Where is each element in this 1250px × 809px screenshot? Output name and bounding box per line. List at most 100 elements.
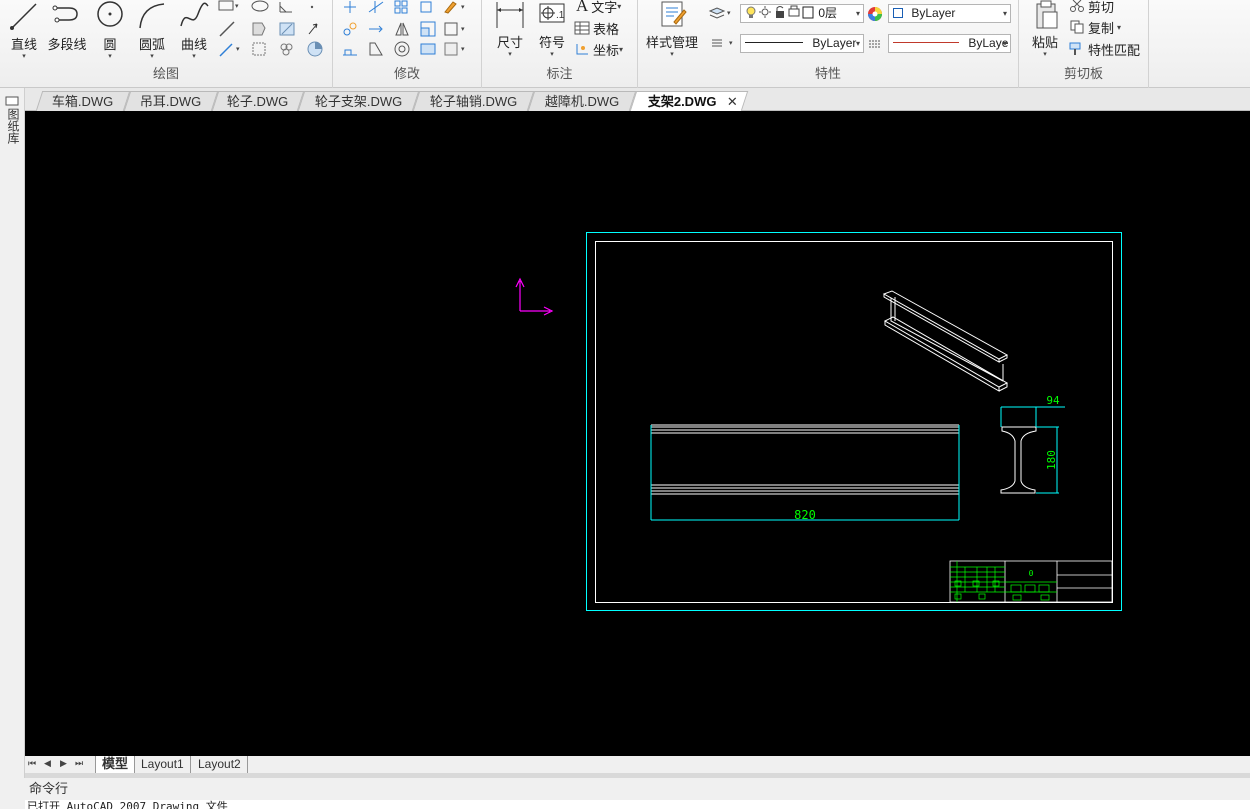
copy-object-tool[interactable] <box>419 0 441 20</box>
stretch-tool[interactable] <box>341 40 363 60</box>
first-layout-icon[interactable]: ⏮ <box>28 758 36 769</box>
boundary-tool[interactable] <box>250 40 272 60</box>
chevron-down-icon[interactable]: ▾ <box>644 51 700 59</box>
properties-edit-tool[interactable]: ▾ <box>443 40 465 60</box>
chevron-down-icon[interactable]: ▾ <box>488 51 532 59</box>
ray-tool[interactable]: ▾ <box>218 40 240 60</box>
layer-dropdown[interactable]: 0层 ▾ <box>740 4 864 23</box>
drawing-library-label[interactable]: 图纸库 <box>5 108 20 144</box>
table-icon <box>574 21 590 35</box>
text-button[interactable]: A 文字 ▾ <box>576 0 621 16</box>
chevron-down-icon[interactable]: ▾ <box>856 5 860 22</box>
rectangle-icon: ▾ <box>218 0 239 11</box>
mirror-tool[interactable] <box>393 20 415 40</box>
chevron-down-icon[interactable]: ▾ <box>1023 51 1067 59</box>
doc-tab-label: 轮子.DWG <box>227 94 289 109</box>
trim-tool[interactable] <box>367 0 389 20</box>
move-tool[interactable] <box>341 0 363 20</box>
select-tool[interactable]: ▾ <box>443 20 465 40</box>
layer-manager-button[interactable]: ▾ <box>708 6 731 26</box>
hatch-tool[interactable] <box>278 20 300 40</box>
array-tool[interactable] <box>393 0 415 20</box>
doc-tab[interactable]: 轮子支架.DWG <box>297 91 420 111</box>
chevron-down-icon[interactable]: ▾ <box>88 53 132 61</box>
color-wheel-button[interactable] <box>867 6 889 26</box>
chevron-down-icon[interactable]: ▾ <box>1117 23 1121 32</box>
svg-text:▾: ▾ <box>461 46 465 53</box>
offset-tool[interactable] <box>393 40 415 60</box>
lineweight-dropdown[interactable]: ByLaye ▾ <box>888 34 1011 53</box>
edit-tool[interactable]: ▾ <box>443 0 465 20</box>
doc-tab-active[interactable]: 支架2.DWG ✕ <box>629 91 749 111</box>
polyline-icon <box>52 5 78 23</box>
text-icon: A <box>576 0 589 15</box>
gradient-tool[interactable] <box>306 40 328 60</box>
match-properties-button[interactable]: 特性匹配 <box>1069 39 1140 59</box>
extend-tool[interactable] <box>367 20 389 40</box>
command-line-header: 命令行 <box>25 778 1250 800</box>
chevron-down-icon[interactable]: ▾ <box>130 53 174 61</box>
chevron-down-icon[interactable]: ▾ <box>172 53 216 61</box>
style-manager-icon <box>661 1 687 27</box>
gradient-icon <box>307 41 323 57</box>
pick-tool[interactable] <box>306 20 328 40</box>
linetype-dropdown[interactable]: ByLayer ▾ <box>740 34 864 53</box>
cut-button[interactable]: 剪切 <box>1069 0 1114 16</box>
line-button[interactable]: 直线 ▾ <box>2 0 46 62</box>
chevron-down-icon[interactable]: ▾ <box>856 35 860 52</box>
chevron-down-icon[interactable]: ▾ <box>1003 35 1007 52</box>
point-tool[interactable] <box>306 0 328 20</box>
doc-tab[interactable]: 轮子轴销.DWG <box>412 91 535 111</box>
paste-button[interactable]: 粘贴 ▾ <box>1023 0 1067 62</box>
paste-label: 粘贴 <box>1031 35 1058 50</box>
linetype-manager-button[interactable]: ▾ <box>710 36 733 56</box>
fillet-tool[interactable] <box>367 40 389 60</box>
coordinate-button[interactable]: 坐标 ▾ <box>574 39 623 59</box>
drawing-canvas[interactable]: 820 94 180 0 <box>25 111 1250 756</box>
block-tool[interactable] <box>419 40 441 60</box>
symbol-button[interactable]: .1 符号 ▾ <box>530 0 574 62</box>
style-manager-button[interactable]: 样式管理 ▾ <box>644 0 700 62</box>
layout-tab-layout2[interactable]: Layout2 <box>192 756 248 773</box>
rotate-tool[interactable] <box>341 20 363 40</box>
curve-button[interactable]: 曲线 ▾ <box>172 0 216 62</box>
prev-layout-icon[interactable]: ◀ <box>44 758 51 769</box>
cloud-tool[interactable] <box>278 40 300 60</box>
color-dropdown[interactable]: ByLayer ▾ <box>888 4 1011 23</box>
polyline-button[interactable]: 多段线 <box>44 0 90 62</box>
doc-tab[interactable]: 车箱.DWG <box>35 91 131 111</box>
rectangle-tool[interactable]: ▾ <box>218 0 240 20</box>
chevron-down-icon[interactable]: ▾ <box>617 2 621 11</box>
linetype-value: ByLayer <box>812 36 857 50</box>
layout-tab-model[interactable]: 模型 <box>95 756 136 773</box>
arc-button[interactable]: 圆弧 ▾ <box>130 0 174 62</box>
close-icon[interactable]: ✕ <box>727 92 738 111</box>
chevron-down-icon[interactable]: ▾ <box>619 45 623 54</box>
length-dimension <box>650 425 960 521</box>
match-properties-label: 特性匹配 <box>1088 42 1141 58</box>
scale-tool[interactable] <box>419 20 441 40</box>
copy-button[interactable]: 复制 ▾ <box>1069 17 1121 37</box>
linetype-preview <box>745 42 803 43</box>
last-layout-icon[interactable]: ⏭ <box>75 758 83 769</box>
doc-tab[interactable]: 轮子.DWG <box>211 91 305 111</box>
ellipse-tool[interactable] <box>250 0 272 20</box>
construction-line-tool[interactable] <box>218 20 240 40</box>
document-tabs: 车箱.DWG 吊耳.DWG 轮子.DWG 轮子支架.DWG 轮子轴销.DWG 越… <box>25 88 1250 111</box>
doc-tab-label: 轮子支架.DWG <box>314 94 403 109</box>
region-tool[interactable] <box>250 20 272 40</box>
annotate-panel-title: 标注 <box>546 66 573 81</box>
chevron-down-icon[interactable]: ▾ <box>530 51 574 59</box>
next-layout-icon[interactable]: ▶ <box>60 758 67 769</box>
doc-tab[interactable]: 越障机.DWG <box>527 91 637 111</box>
layout-tab-layout1[interactable]: Layout1 <box>135 756 191 773</box>
drawing-svg: 820 94 180 0 <box>515 232 1122 611</box>
chevron-down-icon[interactable]: ▾ <box>2 53 46 61</box>
doc-tab[interactable]: 吊耳.DWG <box>123 91 219 111</box>
angle-tool[interactable] <box>278 0 300 20</box>
dimension-button[interactable]: 尺寸 ▾ <box>488 0 532 62</box>
table-button[interactable]: 表格 <box>574 18 619 38</box>
circle-button[interactable]: 圆 ▾ <box>88 0 132 62</box>
chevron-down-icon[interactable]: ▾ <box>1003 5 1007 22</box>
lineweight-manager-button[interactable] <box>867 38 889 58</box>
